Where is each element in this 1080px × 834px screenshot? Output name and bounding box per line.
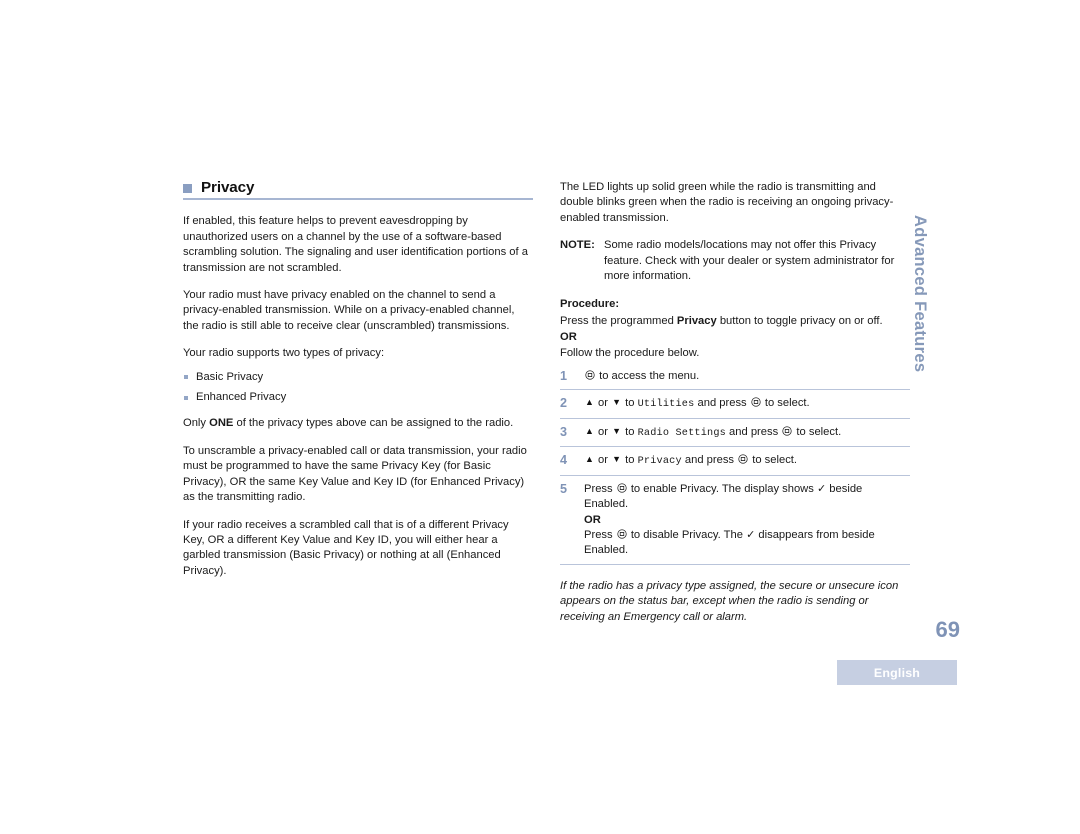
step-text: to access the menu.: [596, 370, 700, 383]
step-text-tail: to select.: [761, 397, 810, 410]
step-number: 1: [560, 369, 568, 384]
step-text-mid: to: [622, 425, 638, 438]
menu-button-icon: [782, 426, 792, 436]
disable-prefix: Press: [584, 528, 616, 541]
square-bullet-icon: [183, 184, 192, 194]
list-item: Enhanced Privacy: [183, 390, 533, 405]
checkmark-icon: ✓: [746, 528, 756, 541]
note-text: Some radio models/locations may not offe…: [604, 239, 895, 283]
list-item-label: Basic Privacy: [196, 370, 264, 383]
enable-suffix: to enable Privacy. The display shows: [627, 482, 817, 495]
arrow-up-icon: ▲: [585, 425, 594, 436]
step-text-mid: to: [622, 397, 638, 410]
procedure-heading: Procedure:: [560, 298, 620, 311]
only-one-suffix: of the privacy types above can be assign…: [233, 417, 514, 430]
step-text-tail: to select.: [793, 425, 842, 438]
menu-item-label: Utilities: [637, 399, 695, 411]
arrow-down-icon: ▼: [612, 425, 622, 436]
step-5: 5 Press to enable Privacy. The display s…: [560, 481, 910, 565]
section-side-tab: Advanced Features: [911, 215, 929, 373]
menu-item-label: Privacy: [637, 456, 682, 468]
step-body: to access the menu.: [584, 369, 910, 384]
step-body: ▲ or ▼ to Utilities and press to select.: [584, 396, 910, 412]
step-1: 1 to access the menu.: [560, 368, 910, 391]
menu-button-icon: [585, 370, 595, 380]
paragraph-unscramble: To unscramble a privacy-enabled call or …: [183, 444, 527, 504]
or-separator: OR: [560, 331, 577, 344]
step-text-prefix: or: [594, 397, 612, 410]
step-3: 3 ▲ or ▼ to Radio Settings and press to …: [560, 424, 910, 448]
disable-suffix: to disable Privacy. The: [627, 528, 747, 541]
list-item: Basic Privacy: [183, 370, 533, 385]
arrow-down-icon: ▼: [612, 454, 622, 465]
menu-button-icon: [738, 454, 748, 464]
paragraph-enable-requirement: Your radio must have privacy enabled on …: [183, 289, 515, 332]
menu-button-icon: [617, 483, 627, 493]
step-number: 5: [560, 481, 568, 496]
menu-item-label: Radio Settings: [637, 427, 726, 439]
procedure-steps: 1 to access the menu. 2 ▲ or ▼ to Utilit…: [560, 368, 910, 565]
checkmark-icon: ✓: [816, 482, 827, 495]
menu-button-icon: [617, 529, 627, 539]
bullet-square-icon: [184, 375, 188, 380]
paragraph-only-one: Only ONE of the privacy types above can …: [183, 416, 533, 431]
heading-divider: [183, 198, 533, 201]
step-disable-line: Press to disable Privacy. The ✓ disappea…: [584, 528, 908, 559]
paragraph-led-behavior: The LED lights up solid green while the …: [560, 181, 894, 224]
step-text-prefix: or: [594, 454, 612, 467]
only-one-emphasis: ONE: [209, 417, 234, 430]
enable-prefix: Press: [584, 482, 616, 495]
note-label: NOTE:: [560, 239, 595, 252]
step-2: 2 ▲ or ▼ to Utilities and press to selec…: [560, 395, 910, 419]
step-text-suffix: and press: [725, 425, 782, 438]
step-enable-line: Press to enable Privacy. The display sho…: [584, 482, 908, 513]
document-page: Privacy If enabled, this feature helps t…: [0, 0, 1080, 834]
arrow-up-icon: ▲: [585, 397, 594, 408]
follow-procedure-text: Follow the procedure below.: [560, 346, 700, 359]
procedure-intro: Press the programmed Privacy button to t…: [560, 314, 910, 329]
step-number: 3: [560, 424, 568, 439]
paragraph-mismatch: If your radio receives a scrambled call …: [183, 518, 509, 577]
right-column: The LED lights up solid green while the …: [560, 180, 910, 625]
step-text-suffix: and press: [694, 397, 750, 410]
procedure-intro-prefix: Press the programmed: [560, 314, 677, 327]
paragraph-types-lead: Your radio supports two types of privacy…: [183, 347, 385, 360]
step-text-suffix: and press: [681, 454, 738, 467]
only-one-prefix: Only: [183, 417, 210, 430]
step-number: 4: [560, 453, 568, 468]
language-badge: English: [837, 660, 957, 685]
list-item-label: Enhanced Privacy: [196, 391, 287, 404]
step-text-prefix: or: [594, 425, 612, 438]
step-body: ▲ or ▼ to Radio Settings and press to se…: [584, 425, 910, 441]
step-text-mid: to: [622, 454, 638, 467]
step-number: 2: [560, 396, 568, 411]
privacy-types-list: Basic Privacy Enhanced Privacy: [183, 370, 533, 406]
step-or-separator: OR: [584, 513, 601, 526]
procedure-intro-suffix: button to toggle privacy on or off.: [716, 314, 883, 327]
menu-button-icon: [751, 397, 761, 408]
left-column: Privacy If enabled, this feature helps t…: [183, 180, 533, 591]
step-body: ▲ or ▼ to Privacy and press to select.: [584, 453, 910, 469]
closing-italic-note: If the radio has a privacy type assigned…: [560, 579, 899, 623]
step-text-tail: to select.: [749, 454, 798, 467]
bullet-square-icon: [184, 395, 188, 400]
step-4: 4 ▲ or ▼ to Privacy and press to select.: [560, 452, 910, 476]
arrow-down-icon: ▼: [612, 397, 622, 408]
privacy-button-name: Privacy: [676, 314, 717, 327]
arrow-up-icon: ▲: [585, 454, 594, 465]
paragraph-intro: If enabled, this feature helps to preven…: [183, 215, 528, 274]
section-heading-row: Privacy: [183, 180, 533, 195]
page-number: 69: [935, 617, 960, 642]
page-title: Privacy: [201, 179, 255, 196]
note-block: NOTE: Some radio models/locations may no…: [560, 238, 910, 284]
step-body: Press to enable Privacy. The display sho…: [584, 482, 910, 559]
